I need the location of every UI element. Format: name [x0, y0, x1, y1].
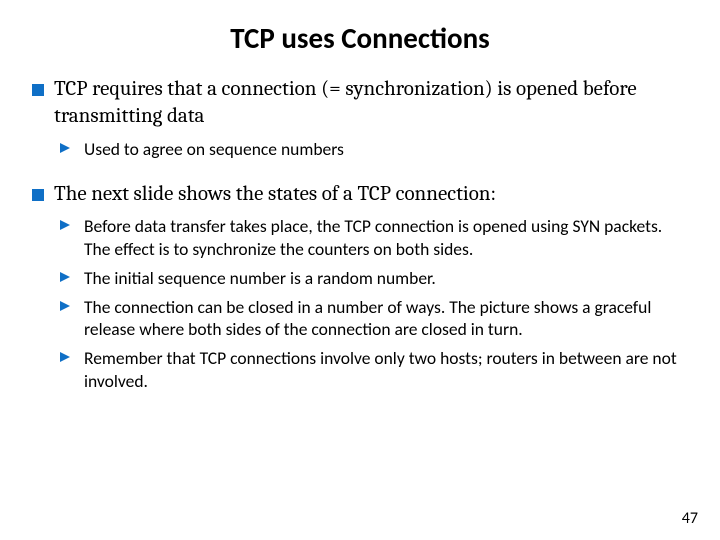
triangle-bullet-icon [60, 272, 74, 286]
bullet-text: The next slide shows the states of a TCP… [54, 181, 496, 208]
bullet-text: TCP requires that a connection (= synchr… [54, 76, 688, 130]
triangle-bullet-icon [60, 301, 74, 315]
sub-list: Used to agree on sequence numbers [60, 138, 688, 161]
sub-list: Before data transfer takes place, the TC… [60, 215, 688, 392]
sub-item: Used to agree on sequence numbers [60, 138, 688, 161]
square-bullet-icon [32, 189, 44, 201]
triangle-bullet-icon [60, 220, 74, 234]
sub-text: Before data transfer takes place, the TC… [84, 215, 688, 261]
sub-text: Used to agree on sequence numbers [84, 138, 344, 161]
triangle-bullet-icon [60, 352, 74, 366]
sub-item: Before data transfer takes place, the TC… [60, 215, 688, 261]
sub-item: Remember that TCP connections involve on… [60, 347, 688, 393]
bullet-item: TCP requires that a connection (= synchr… [32, 76, 688, 130]
square-bullet-icon [32, 84, 44, 96]
sub-text: Remember that TCP connections involve on… [84, 347, 688, 393]
sub-text: The initial sequence number is a random … [84, 267, 436, 290]
page-number: 47 [682, 509, 698, 528]
sub-item: The connection can be closed in a number… [60, 296, 688, 342]
slide-title: TCP uses Connections [32, 20, 688, 56]
triangle-bullet-icon [60, 143, 74, 157]
sub-text: The connection can be closed in a number… [84, 296, 688, 342]
sub-item: The initial sequence number is a random … [60, 267, 688, 290]
slide: TCP uses Connections TCP requires that a… [0, 0, 720, 540]
bullet-item: The next slide shows the states of a TCP… [32, 181, 688, 208]
